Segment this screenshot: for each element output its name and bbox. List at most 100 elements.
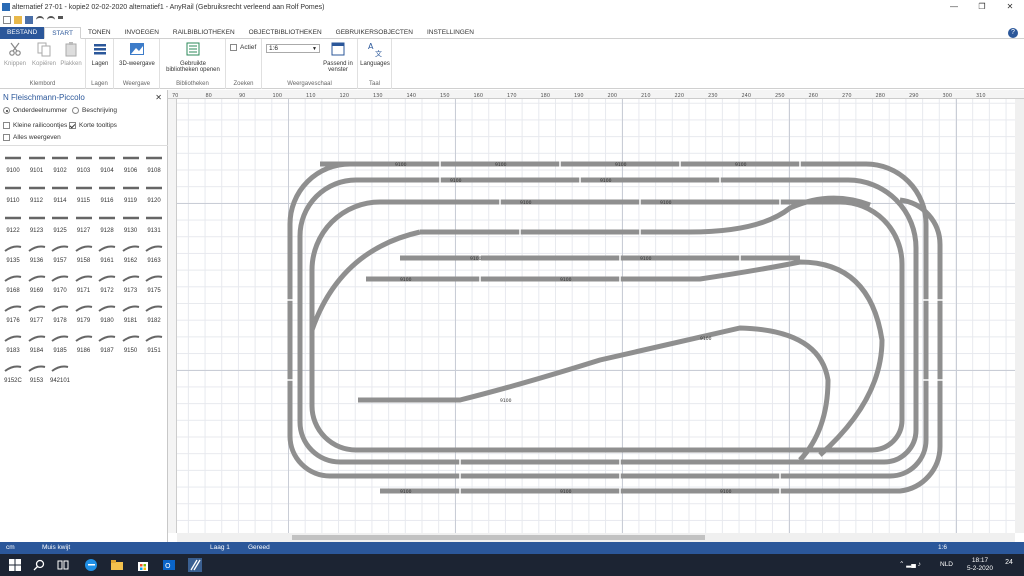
track-layout[interactable]: 9100 9100 9100 9100 9100 9100 9100 9100 … <box>177 99 1015 533</box>
outlook-icon[interactable]: O <box>162 558 176 572</box>
notifications-badge[interactable]: 24 <box>1000 559 1018 567</box>
actief-checkbox-box[interactable] <box>230 44 237 51</box>
track-piece-9110[interactable]: 9110 <box>2 178 24 206</box>
track-piece-9177[interactable]: 9177 <box>26 298 48 326</box>
track-piece-9179[interactable]: 9179 <box>73 298 95 326</box>
track-piece-9152C[interactable]: 9152C <box>2 358 24 386</box>
track-piece-9127[interactable]: 9127 <box>73 208 95 236</box>
track-piece-9157[interactable]: 9157 <box>49 238 71 266</box>
track-piece-9187[interactable]: 9187 <box>96 328 118 356</box>
network-icon[interactable]: ▂▄ <box>906 561 916 568</box>
track-piece-9184[interactable]: 9184 <box>26 328 48 356</box>
track-piece-9120[interactable]: 9120 <box>143 178 165 206</box>
track-piece-9175[interactable]: 9175 <box>143 268 165 296</box>
passend-in-venster-button[interactable]: Passend in venster <box>320 41 356 73</box>
track-piece-9123[interactable]: 9123 <box>26 208 48 236</box>
track-piece-9182[interactable]: 9182 <box>143 298 165 326</box>
track-piece-9122[interactable]: 9122 <box>2 208 24 236</box>
actief-checkbox[interactable]: Actief <box>230 44 256 51</box>
track-piece-9151[interactable]: 9151 <box>143 328 165 356</box>
track-piece-9161[interactable]: 9161 <box>96 238 118 266</box>
track-piece-9102[interactable]: 9102 <box>49 148 71 176</box>
language-indicator[interactable]: NLD <box>940 561 953 569</box>
track-piece-9119[interactable]: 9119 <box>120 178 142 206</box>
minimize-button[interactable]: — <box>940 0 968 14</box>
horizontal-scrollbar[interactable] <box>177 533 1015 542</box>
track-piece-9136[interactable]: 9136 <box>26 238 48 266</box>
maximize-button[interactable]: ❐ <box>968 0 996 14</box>
track-piece-9162[interactable]: 9162 <box>120 238 142 266</box>
volume-icon[interactable]: ♪ <box>918 561 921 568</box>
vertical-scrollbar[interactable] <box>1015 99 1024 533</box>
3d-weergave-button[interactable]: 3D-weergave <box>117 41 157 67</box>
beschrijving-radio[interactable]: Beschrijving <box>72 107 117 114</box>
track-piece-9178[interactable]: 9178 <box>49 298 71 326</box>
tab-start[interactable]: START <box>44 27 81 39</box>
kleine-railicoontjes-box[interactable] <box>3 122 10 129</box>
anyrail-taskbar-icon[interactable] <box>188 558 202 572</box>
tab-invoegen[interactable]: INVOEGEN <box>118 27 166 39</box>
tab-instellingen[interactable]: INSTELLINGEN <box>420 27 481 39</box>
climb-spur[interactable] <box>358 325 831 462</box>
track-piece-9163[interactable]: 9163 <box>143 238 165 266</box>
close-panel-icon[interactable]: ✕ <box>155 93 162 102</box>
lagen-button[interactable]: Lagen <box>88 41 112 67</box>
track-piece-9181[interactable]: 9181 <box>120 298 142 326</box>
track-piece-9135[interactable]: 9135 <box>2 238 24 266</box>
track-piece-9128[interactable]: 9128 <box>96 208 118 236</box>
tab-bestand[interactable]: BESTAND <box>0 27 45 39</box>
track-piece-9173[interactable]: 9173 <box>120 268 142 296</box>
track-piece-9170[interactable]: 9170 <box>49 268 71 296</box>
track-piece-9114[interactable]: 9114 <box>49 178 71 206</box>
korte-tooltips-checkbox[interactable]: Korte tooltips <box>69 122 117 129</box>
track-piece-9130[interactable]: 9130 <box>120 208 142 236</box>
korte-tooltips-box[interactable] <box>69 122 76 129</box>
layout-canvas[interactable]: 9100 9100 9100 9100 9100 9100 9100 9100 … <box>177 99 1015 533</box>
onderdeelnummer-radio-dot[interactable] <box>3 107 10 114</box>
close-button[interactable]: ✕ <box>996 0 1024 14</box>
track-piece-9116[interactable]: 9116 <box>96 178 118 206</box>
track-piece-9106[interactable]: 9106 <box>120 148 142 176</box>
track-piece-9101[interactable]: 9101 <box>26 148 48 176</box>
track-piece-9100[interactable]: 9100 <box>2 148 24 176</box>
track-piece-9169[interactable]: 9169 <box>26 268 48 296</box>
track-piece-9112[interactable]: 9112 <box>26 178 48 206</box>
loop-outer[interactable] <box>287 161 943 494</box>
track-piece-9180[interactable]: 9180 <box>96 298 118 326</box>
track-piece-9158[interactable]: 9158 <box>73 238 95 266</box>
kopieren-button[interactable]: Kopiëren <box>31 41 57 67</box>
kleine-railicoontjes-checkbox[interactable]: Kleine railicoontjes <box>3 122 67 129</box>
store-icon[interactable] <box>136 558 150 572</box>
track-piece-9150[interactable]: 9150 <box>120 328 142 356</box>
track-piece-9168[interactable]: 9168 <box>2 268 24 296</box>
track-piece-942101[interactable]: 942101 <box>49 358 71 386</box>
system-tray-icons[interactable]: ⌃ ▂▄ ♪ <box>880 561 940 569</box>
track-piece-9172[interactable]: 9172 <box>96 268 118 296</box>
alles-weergeven-checkbox[interactable]: Alles weergeven <box>3 134 61 141</box>
beschrijving-radio-dot[interactable] <box>72 107 79 114</box>
siding-2[interactable] <box>366 259 885 457</box>
track-piece-9183[interactable]: 9183 <box>2 328 24 356</box>
new-file-icon[interactable] <box>3 16 11 24</box>
track-piece-9131[interactable]: 9131 <box>143 208 165 236</box>
knippen-button[interactable]: Knippen <box>3 41 27 67</box>
track-piece-9115[interactable]: 9115 <box>73 178 95 206</box>
track-piece-9103[interactable]: 9103 <box>73 148 95 176</box>
windows-start-icon[interactable] <box>8 558 22 572</box>
track-piece-9104[interactable]: 9104 <box>96 148 118 176</box>
chevron-up-icon[interactable]: ⌃ <box>899 561 904 568</box>
track-piece-9185[interactable]: 9185 <box>49 328 71 356</box>
file-explorer-icon[interactable] <box>110 558 124 572</box>
track-piece-9108[interactable]: 9108 <box>143 148 165 176</box>
help-icon[interactable]: ? <box>1008 28 1018 38</box>
undo-icon[interactable] <box>36 16 44 24</box>
edge-browser-icon[interactable] <box>84 558 98 572</box>
open-folder-icon[interactable] <box>14 16 22 24</box>
tab-objectbibliotheken[interactable]: OBJECTBIBLIOTHEKEN <box>242 27 329 39</box>
languages-button[interactable]: A文 Languages <box>359 41 391 67</box>
bibliotheken-openen-button[interactable]: Gebruikte bibliotheken openen <box>162 41 224 73</box>
track-piece-9186[interactable]: 9186 <box>73 328 95 356</box>
track-piece-9171[interactable]: 9171 <box>73 268 95 296</box>
plakken-button[interactable]: Plakken <box>58 41 84 67</box>
track-piece-9153[interactable]: 9153 <box>26 358 48 386</box>
